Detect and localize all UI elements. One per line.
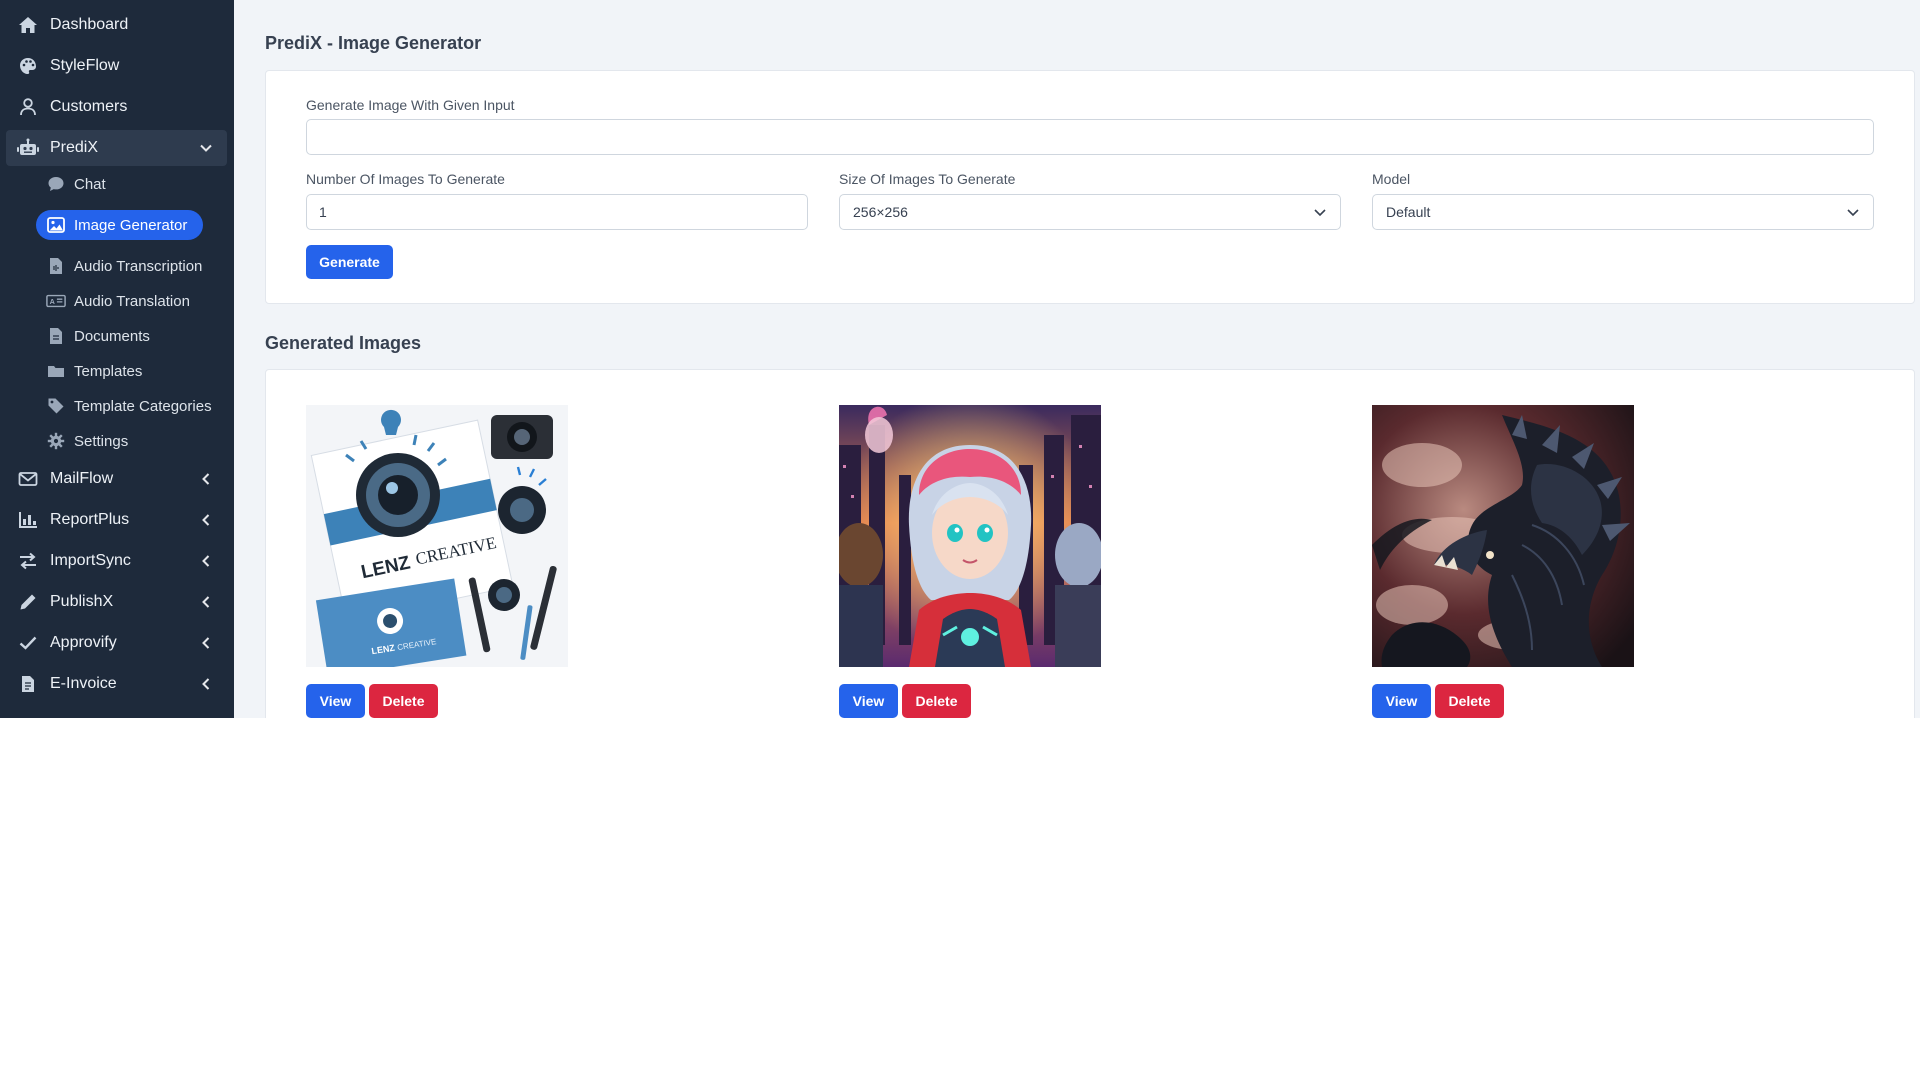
sidebar-item-partial[interactable] xyxy=(6,707,227,718)
sidebar-item-customers[interactable]: Customers xyxy=(6,89,227,125)
sidebar-item-e-invoice[interactable]: E-Invoice xyxy=(6,666,227,702)
sidebar-subitem-audio-translation[interactable]: A Audio Translation xyxy=(36,286,206,316)
audio-file-icon xyxy=(46,256,66,276)
sidebar-item-styleflow[interactable]: StyleFlow xyxy=(6,48,227,84)
sidebar-item-importsync[interactable]: ImportSync xyxy=(6,543,227,579)
sidebar-subitem-label: Audio Transcription xyxy=(74,257,203,275)
sidebar-subitem-label: Templates xyxy=(74,362,143,380)
sidebar-subitem-label: Template Categories xyxy=(74,397,212,415)
palette-icon xyxy=(17,55,39,77)
lenz-creative-branding-image[interactable]: LENZ CREATIVE LENZ CREATIVE xyxy=(306,405,568,667)
size-label: Size Of Images To Generate xyxy=(839,171,1016,187)
folder-icon xyxy=(46,361,66,381)
user-icon xyxy=(17,96,39,118)
delete-button[interactable]: Delete xyxy=(369,684,438,718)
sidebar-subitem-chat[interactable]: Chat xyxy=(36,169,122,199)
sidebar-item-predix[interactable]: PrediX xyxy=(6,130,227,166)
sidebar-subitem-audio-transcription[interactable]: Audio Transcription xyxy=(36,251,218,281)
generate-button[interactable]: Generate xyxy=(306,245,393,279)
chat-icon xyxy=(46,174,66,194)
model-select[interactable]: Default xyxy=(1372,194,1874,230)
chevron-left-icon xyxy=(197,634,215,652)
sidebar-item-label: PublishX xyxy=(50,593,114,610)
delete-button[interactable]: Delete xyxy=(902,684,971,718)
gear-icon xyxy=(46,431,66,451)
sidebar-subitem-label: Audio Translation xyxy=(74,292,190,310)
sidebar-item-label: PrediX xyxy=(50,139,99,156)
sidebar-item-label: MailFlow xyxy=(50,470,114,487)
check-icon xyxy=(17,632,39,654)
sidebar-item-label: ImportSync xyxy=(50,552,131,569)
translate-icon: A xyxy=(46,291,66,311)
app-viewport: Dashboard StyleFlow Customers PrediX Cha… xyxy=(0,0,1920,718)
document-icon xyxy=(46,326,66,346)
generator-form-card: Generate Image With Given Input Number O… xyxy=(265,70,1915,304)
tag-icon xyxy=(46,396,66,416)
sidebar-subitem-settings[interactable]: Settings xyxy=(36,426,144,456)
chevron-down-icon xyxy=(197,139,215,157)
prompt-input[interactable] xyxy=(306,119,1874,155)
sidebar-item-label: E-Invoice xyxy=(50,675,117,692)
view-button[interactable]: View xyxy=(1372,684,1431,718)
pen-icon xyxy=(17,591,39,613)
sidebar-subitem-label: Settings xyxy=(74,432,129,450)
main-content: PrediX - Image Generator Generate Image … xyxy=(234,0,1920,718)
sidebar-subitem-template-categories[interactable]: Template Categories xyxy=(36,391,228,421)
count-label: Number Of Images To Generate xyxy=(306,171,505,187)
sidebar-item-reportplus[interactable]: ReportPlus xyxy=(6,502,227,538)
sidebar-subitem-label: Documents xyxy=(74,327,150,345)
sidebar: Dashboard StyleFlow Customers PrediX Cha… xyxy=(0,0,234,718)
sidebar-item-label: Customers xyxy=(50,98,128,115)
chevron-left-icon xyxy=(197,593,215,611)
sidebar-subitem-label: Chat xyxy=(74,175,106,193)
sidebar-item-dashboard[interactable]: Dashboard xyxy=(6,7,227,43)
sidebar-subitem-label: Image Generator xyxy=(74,216,188,234)
svg-text:A: A xyxy=(50,297,56,306)
sidebar-subitem-image-generator[interactable]: Image Generator xyxy=(36,210,204,240)
list-icon xyxy=(17,714,39,718)
image-count-input[interactable] xyxy=(306,194,808,230)
bar-chart-icon xyxy=(17,509,39,531)
page-title: PrediX - Image Generator xyxy=(265,33,482,53)
dragon-artwork-image[interactable] xyxy=(1372,405,1634,667)
view-button[interactable]: View xyxy=(839,684,898,718)
image-size-value: 256×256 xyxy=(853,204,908,220)
sidebar-item-label: Approvify xyxy=(50,634,117,651)
envelope-icon xyxy=(17,468,39,490)
chevron-left-icon xyxy=(197,470,215,488)
swap-icon xyxy=(17,550,39,572)
sidebar-item-approvify[interactable]: Approvify xyxy=(6,625,227,661)
chevron-left-icon xyxy=(197,675,215,693)
prompt-label: Generate Image With Given Input xyxy=(306,97,515,113)
view-button[interactable]: View xyxy=(306,684,365,718)
sidebar-item-label: Dashboard xyxy=(50,16,129,33)
image-icon xyxy=(46,215,66,235)
model-value: Default xyxy=(1386,204,1431,220)
delete-button[interactable]: Delete xyxy=(1435,684,1504,718)
generated-images-title: Generated Images xyxy=(265,333,422,353)
robot-icon xyxy=(17,137,39,159)
generated-images-card: LENZ CREATIVE LENZ CREATIVE View Delete … xyxy=(265,369,1915,718)
image-size-select[interactable]: 256×256 xyxy=(839,194,1341,230)
sidebar-subitem-documents[interactable]: Documents xyxy=(36,321,166,351)
sidebar-item-publishx[interactable]: PublishX xyxy=(6,584,227,620)
sidebar-subitem-templates[interactable]: Templates xyxy=(36,356,158,386)
sidebar-item-label: StyleFlow xyxy=(50,57,120,74)
sidebar-item-mailflow[interactable]: MailFlow xyxy=(6,461,227,497)
chevron-down-icon xyxy=(1312,204,1328,220)
chevron-down-icon xyxy=(1845,204,1861,220)
model-label: Model xyxy=(1372,171,1411,187)
home-icon xyxy=(17,14,39,36)
sidebar-item-label: ReportPlus xyxy=(50,511,130,528)
chevron-left-icon xyxy=(197,511,215,529)
anime-girl-city-image[interactable] xyxy=(839,405,1101,667)
chevron-left-icon xyxy=(197,552,215,570)
invoice-icon xyxy=(17,673,39,695)
